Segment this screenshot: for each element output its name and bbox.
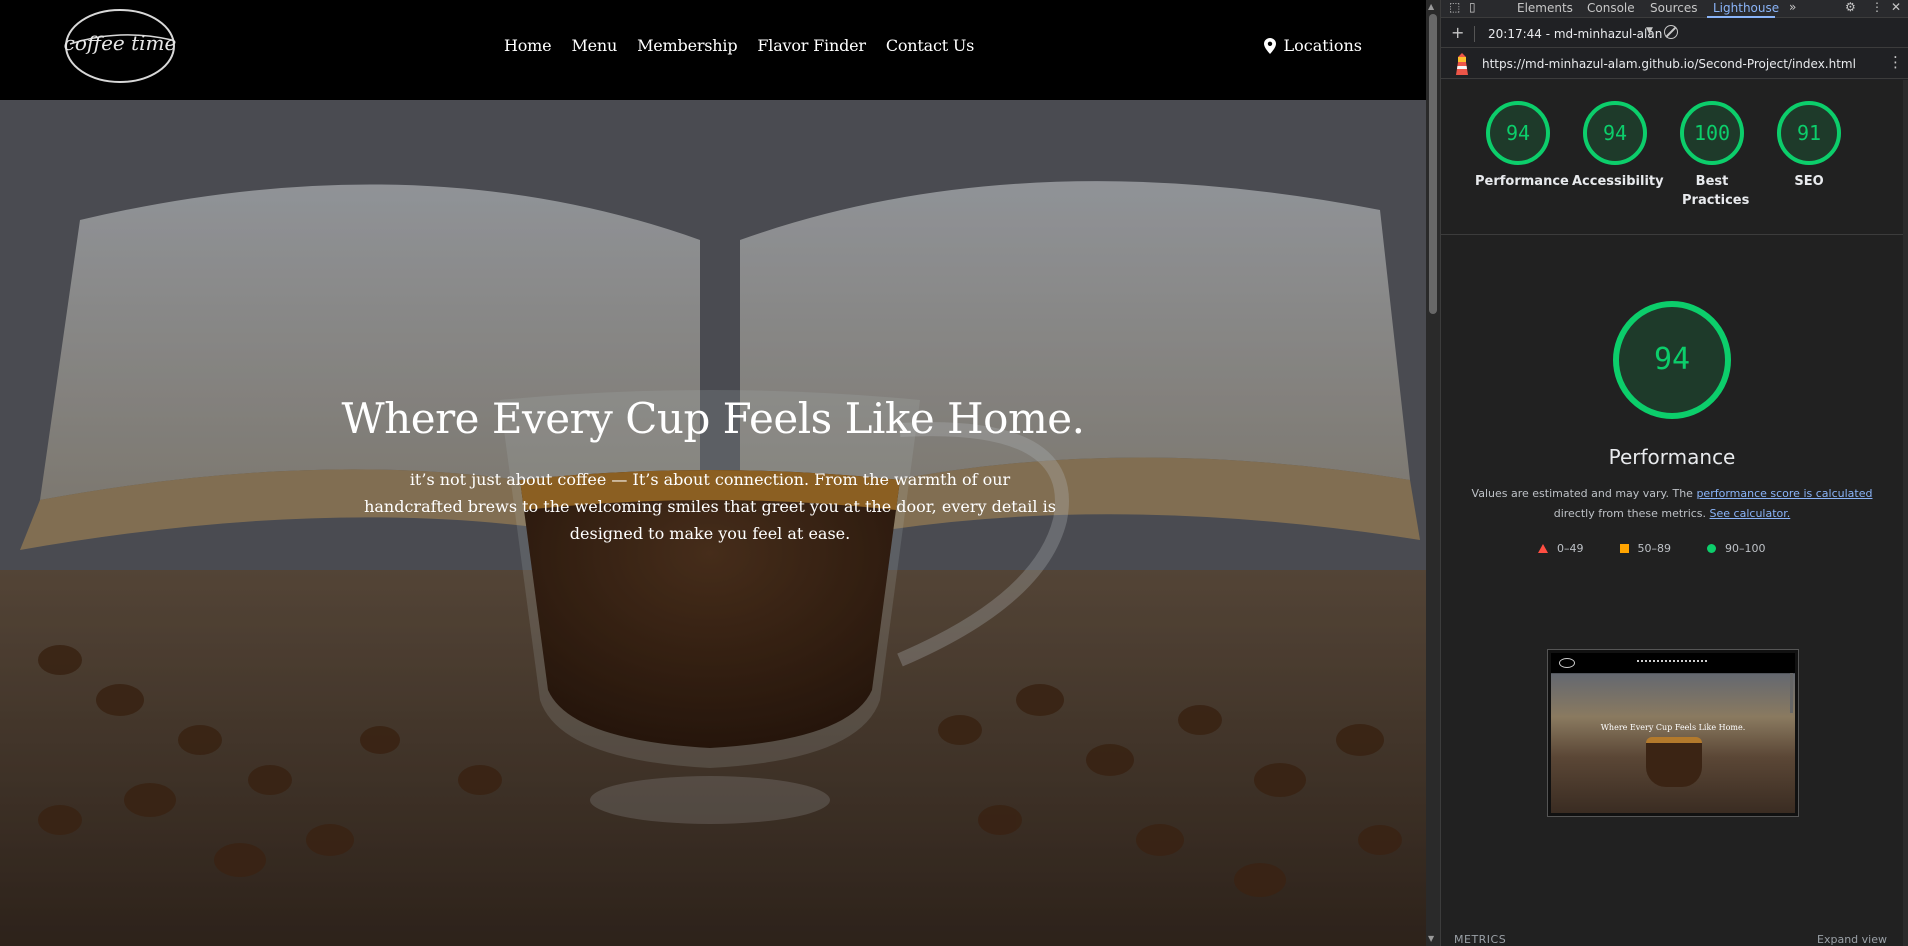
locations-label: Locations <box>1283 36 1362 55</box>
gauge-seo[interactable]: 91 SEO <box>1766 100 1852 191</box>
legend-range: 50–89 <box>1637 542 1672 555</box>
locations-link[interactable]: Locations <box>1263 36 1362 55</box>
clear-reports-icon[interactable] <box>1664 25 1678 39</box>
tab-sources[interactable]: Sources <box>1650 1 1697 15</box>
nav-link-flavor-finder[interactable]: Flavor Finder <box>757 36 866 55</box>
legend-fail: 0–49 <box>1538 542 1584 555</box>
summary-divider <box>1441 234 1903 235</box>
gauge-label: Accessibility <box>1572 174 1664 189</box>
nav-link-home[interactable]: Home <box>504 36 552 55</box>
thumbnail-image: Where Every Cup Feels Like Home. <box>1551 653 1795 813</box>
gauge-ring: 94 <box>1485 100 1551 166</box>
page-scrollbar[interactable]: ▲ ▼ <box>1426 0 1440 946</box>
lighthouse-logo-icon <box>1456 53 1468 75</box>
legend-average: 50–89 <box>1619 542 1672 555</box>
gauge-label: SEO <box>1794 174 1824 189</box>
tab-lighthouse[interactable]: Lighthouse <box>1713 1 1779 15</box>
gauge-ring: 91 <box>1776 100 1842 166</box>
site-logo[interactable]: coffee time <box>62 4 178 86</box>
device-toolbar-icon[interactable]: ▯ <box>1469 0 1476 14</box>
thumbnail-nav-links <box>1637 660 1707 662</box>
final-screenshot-thumbnail[interactable]: Where Every Cup Feels Like Home. <box>1547 649 1799 817</box>
kebab-menu-icon[interactable]: ⋮ <box>1871 0 1883 14</box>
inspect-element-icon[interactable]: ⬚ <box>1449 0 1460 14</box>
expand-view-toggle[interactable]: Expand view <box>1817 933 1887 946</box>
hero-title: Where Every Cup Feels Like Home. <box>341 394 1086 443</box>
gauge-ring: 94 <box>1582 100 1648 166</box>
performance-main-score: 94 <box>1653 342 1691 377</box>
scroll-down-arrow-icon[interactable]: ▼ <box>1428 934 1434 943</box>
gauge-ring: 100 <box>1679 100 1745 166</box>
site-nav-links: Home Menu Membership Flavor Finder Conta… <box>504 36 974 55</box>
page-scrollbar-thumb[interactable] <box>1429 14 1437 314</box>
legend-pass: 90–100 <box>1707 542 1766 555</box>
gauge-accessibility[interactable]: 94 Accessibility <box>1572 100 1664 191</box>
performance-description: Values are estimated and may vary. The p… <box>1471 484 1873 524</box>
report-dropdown-caret-icon[interactable]: ▼ <box>1646 26 1653 36</box>
website-viewport: coffee time Home Menu Membership Flavor … <box>0 0 1426 946</box>
performance-main-gauge: 94 <box>1611 299 1733 421</box>
desc-text: Values are estimated and may vary. The <box>1471 487 1697 500</box>
desc-text: directly from these metrics. <box>1553 507 1710 520</box>
nav-link-menu[interactable]: Menu <box>571 36 617 55</box>
hero-subtitle: it’s not just about coffee — It’s about … <box>364 470 1056 543</box>
thumbnail-logo <box>1559 658 1575 668</box>
legend-range: 90–100 <box>1725 542 1766 555</box>
hero-section: Where Every Cup Feels Like Home. it’s no… <box>0 100 1426 946</box>
gauge-score: 94 <box>1505 121 1531 145</box>
scroll-up-arrow-icon[interactable]: ▲ <box>1428 2 1434 11</box>
gauge-label: Performance <box>1475 174 1569 189</box>
close-devtools-icon[interactable]: ✕ <box>1891 0 1901 14</box>
active-tab-indicator <box>1707 16 1775 18</box>
circle-pass-icon <box>1707 544 1716 553</box>
legend-range: 0–49 <box>1557 542 1584 555</box>
metrics-heading: METRICS <box>1454 933 1507 946</box>
new-report-plus-icon[interactable]: + <box>1451 23 1464 42</box>
lighthouse-toolbar: + 20:17:44 - md-minhazul-alan ▼ <box>1441 20 1908 48</box>
score-scale-legend: 0–49 50–89 90–100 <box>1538 542 1766 555</box>
thumbnail-navbar <box>1551 653 1795 673</box>
nav-link-contact-us[interactable]: Contact Us <box>886 36 975 55</box>
see-calculator-link[interactable]: See calculator. <box>1710 507 1791 520</box>
gauge-label: Best Practices <box>1682 174 1750 208</box>
tab-console[interactable]: Console <box>1587 1 1635 15</box>
lighthouse-url-bar: https://md-minhazul-alam.github.io/Secon… <box>1441 49 1908 79</box>
gauge-score: 100 <box>1693 121 1731 145</box>
devtools-tab-bar: ⬚ ▯ Elements Console Sources Lighthouse … <box>1441 0 1908 18</box>
map-pin-icon <box>1263 37 1276 54</box>
nav-link-membership[interactable]: Membership <box>637 36 737 55</box>
gauge-score: 91 <box>1796 121 1822 145</box>
devtools-panel: ⬚ ▯ Elements Console Sources Lighthouse … <box>1440 0 1908 946</box>
report-selector[interactable]: 20:17:44 - md-minhazul-alan <box>1488 27 1662 41</box>
toolbar-divider <box>1474 26 1475 42</box>
audited-url: https://md-minhazul-alam.github.io/Secon… <box>1482 57 1856 71</box>
performance-title: Performance <box>1608 445 1736 469</box>
more-tabs-icon[interactable]: » <box>1789 0 1796 14</box>
devtools-scrollbar[interactable] <box>1903 80 1908 946</box>
url-menu-icon[interactable]: ⋮ <box>1888 53 1903 71</box>
site-navbar: coffee time Home Menu Membership Flavor … <box>0 0 1426 100</box>
gauge-performance[interactable]: 94 Performance <box>1475 100 1569 191</box>
thumbnail-scrollbar <box>1790 673 1793 713</box>
thumbnail-cup <box>1646 737 1702 787</box>
settings-gear-icon[interactable]: ⚙ <box>1845 0 1856 14</box>
square-average-icon <box>1619 544 1629 553</box>
logo-text: coffee time <box>64 31 177 55</box>
tab-elements[interactable]: Elements <box>1517 1 1573 15</box>
gauge-best-practices[interactable]: 100 Best Practices <box>1669 100 1755 210</box>
gauge-score: 94 <box>1602 121 1628 145</box>
thumbnail-title: Where Every Cup Feels Like Home. <box>1600 723 1746 732</box>
lighthouse-report: 94 Performance 94 Accessibility 100 Best… <box>1441 80 1903 946</box>
performance-score-link[interactable]: performance score is calculated <box>1696 487 1872 500</box>
triangle-fail-icon <box>1538 544 1548 553</box>
